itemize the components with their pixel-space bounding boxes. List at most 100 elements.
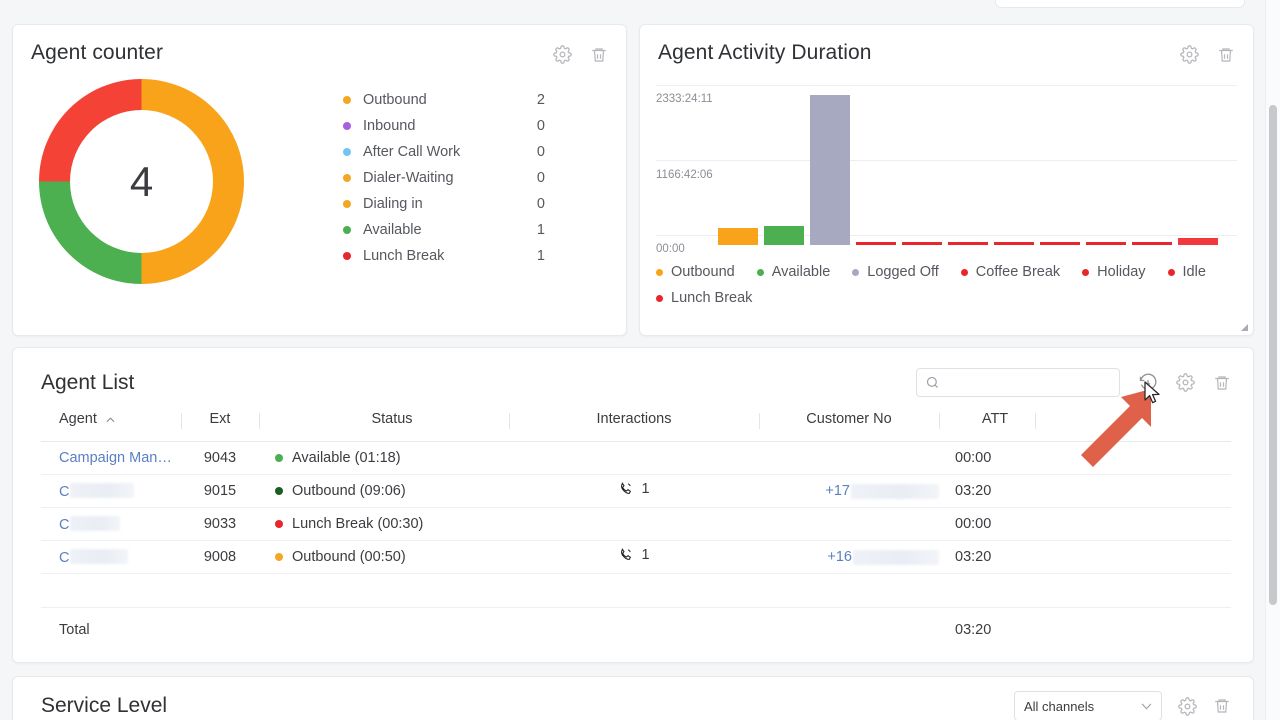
legend-label: After Call Work — [363, 144, 461, 160]
cell-status: Lunch Break (00:30) — [259, 507, 509, 541]
agent-list-header-row: Agent Ext Status Interactions Customer N… — [41, 411, 1231, 442]
chart-legend-item[interactable]: Available — [756, 259, 830, 285]
activity-bar[interactable] — [948, 242, 988, 245]
chart-legend-item[interactable]: Outbound — [656, 259, 735, 285]
agent-name-link[interactable]: Campaign Man… — [59, 450, 172, 466]
page-scrollbar-thumb[interactable] — [1269, 105, 1277, 605]
total-status — [259, 608, 509, 652]
cell-spacer — [41, 573, 1231, 608]
legend-label: Dialing in — [363, 196, 423, 212]
history-icon[interactable] — [1138, 373, 1158, 393]
activity-bar[interactable] — [902, 242, 942, 245]
column-divider — [181, 413, 182, 429]
channel-filter-value: All channels — [1024, 698, 1095, 714]
activity-bar[interactable] — [994, 242, 1034, 245]
page-scrollbar-track[interactable] — [1265, 0, 1280, 720]
settings-icon[interactable] — [1176, 373, 1195, 392]
activity-bar[interactable] — [856, 242, 896, 245]
legend-color-dot — [343, 148, 351, 156]
settings-icon[interactable] — [1180, 45, 1199, 64]
cell-spacer — [1035, 474, 1231, 508]
column-header-spacer — [1035, 411, 1231, 442]
settings-icon[interactable] — [553, 45, 572, 64]
status-dot — [275, 520, 283, 528]
cell-spacer — [1035, 507, 1231, 541]
activity-bars — [656, 95, 1237, 245]
column-header-status[interactable]: Status — [259, 411, 509, 442]
total-spacer — [1035, 608, 1231, 652]
table-row[interactable]: Campaign Man… 9043 Available (01:18) 00:00 — [41, 441, 1231, 475]
column-label-customer-no: Customer No — [806, 411, 892, 427]
delete-icon[interactable] — [1213, 697, 1231, 715]
legend-label: Inbound — [363, 118, 416, 134]
cell-att: 03:20 — [939, 474, 1035, 508]
cell-att: 00:00 — [939, 441, 1035, 475]
agent-list-table: Agent Ext Status Interactions Customer N… — [41, 411, 1231, 652]
service-level-tools: All channels — [1014, 691, 1231, 720]
column-label-ext: Ext — [209, 411, 231, 427]
legend-label: Outbound — [363, 92, 427, 108]
chart-legend-item[interactable]: Lunch Break — [656, 285, 752, 311]
settings-icon[interactable] — [1178, 696, 1197, 716]
agent-name-link[interactable]: C — [59, 550, 69, 566]
activity-bar[interactable] — [718, 227, 758, 245]
delete-icon[interactable] — [590, 46, 608, 64]
agent-list-card: Agent List Agent Ext Status Interactions… — [12, 347, 1254, 663]
interaction-cell: 1 — [618, 481, 650, 497]
donut-center-value: 4 — [129, 157, 154, 205]
agent-list-tools — [916, 368, 1231, 397]
delete-icon[interactable] — [1213, 374, 1231, 392]
customer-no-cell[interactable]: +16 — [827, 549, 939, 565]
channel-filter-select[interactable]: All channels — [1014, 691, 1162, 720]
delete-icon[interactable] — [1217, 46, 1235, 64]
table-row[interactable]: C 9033 Lunch Break (00:30) 00:00 — [41, 507, 1231, 541]
chart-legend-item[interactable]: Holiday — [1082, 259, 1146, 285]
column-header-customer-no[interactable]: Customer No — [759, 411, 939, 442]
interaction-cell: 1 — [618, 547, 650, 563]
legend-value: 2 — [536, 92, 545, 108]
column-header-interactions[interactable]: Interactions — [509, 411, 759, 442]
cell-agent: C — [41, 507, 181, 541]
activity-bar[interactable] — [1178, 238, 1218, 245]
table-row[interactable]: C 9015 Outbound (09:06) 1 +17 03:20 — [41, 474, 1231, 508]
search-box[interactable] — [916, 368, 1120, 397]
chart-legend-label: Holiday — [1097, 264, 1146, 280]
activity-bar[interactable] — [1040, 242, 1080, 245]
chart-legend-item[interactable]: Logged Off — [852, 259, 939, 285]
cell-spacer — [1035, 540, 1231, 574]
search-icon — [926, 376, 938, 388]
cell-agent: C — [41, 540, 181, 574]
legend-row: Dialing in 0 — [343, 191, 545, 217]
agent-name-link[interactable]: C — [59, 484, 69, 500]
chart-legend-item[interactable]: Idle — [1167, 259, 1206, 285]
activity-bar[interactable] — [810, 95, 850, 245]
column-header-ext[interactable]: Ext — [181, 411, 259, 442]
chart-legend-label: Idle — [1182, 264, 1206, 280]
activity-legend: Outbound Available Logged Off Coffee Break H… — [640, 245, 1253, 311]
cell-customer-no — [759, 441, 939, 475]
table-row[interactable]: C 9008 Outbound (00:50) 1 +16 03:20 — [41, 540, 1231, 574]
activity-bar[interactable] — [764, 226, 804, 245]
activity-bar[interactable] — [1132, 242, 1172, 245]
legend-color-dot — [656, 268, 663, 276]
resize-handle-icon[interactable] — [1239, 322, 1249, 332]
chevron-down-icon — [1141, 703, 1152, 709]
column-header-agent[interactable]: Agent — [41, 411, 181, 442]
activity-bar[interactable] — [1086, 242, 1126, 245]
legend-value: 0 — [536, 196, 545, 212]
service-level-card: Service Level All channels — [12, 676, 1254, 720]
agent-name-link[interactable]: C — [59, 517, 69, 533]
column-header-att[interactable]: ATT — [939, 411, 1035, 442]
status-dot — [275, 487, 283, 495]
customer-no-cell[interactable]: +17 — [825, 483, 939, 499]
search-input[interactable] — [946, 375, 1106, 390]
chart-legend-item[interactable]: Coffee Break — [960, 259, 1060, 285]
agent-counter-header: Agent counter — [13, 25, 626, 65]
legend-color-dot — [343, 174, 351, 182]
cell-agent: C — [41, 474, 181, 508]
legend-row: Outbound 2 — [343, 87, 545, 113]
legend-row: Lunch Break 1 — [343, 243, 545, 269]
service-level-header: Service Level All channels — [13, 677, 1253, 720]
redacted-text — [70, 548, 129, 564]
cell-spacer — [1035, 441, 1231, 475]
